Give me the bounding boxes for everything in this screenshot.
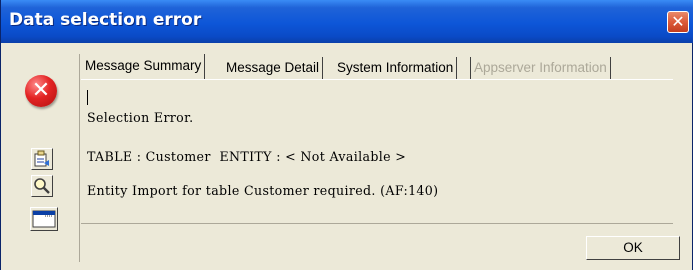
message-line: Entity Import for table Customer require… [87, 183, 439, 198]
magnifier-icon [34, 178, 50, 194]
tab-message-summary[interactable]: Message Summary [82, 54, 206, 79]
message-line: Selection Error. [87, 110, 194, 125]
message-line: TABLE : Customer ENTITY : < Not Availabl… [87, 149, 407, 164]
title-bar[interactable]: Data selection error ✕ [1, 0, 693, 43]
tab-message-detail[interactable]: Message Detail [223, 57, 324, 79]
tab-appserver-information: Appserver Information [470, 57, 611, 79]
dialog-window: Data selection error ✕ ✕ Message Summary [0, 0, 693, 270]
find-button[interactable] [31, 175, 53, 197]
copy-button[interactable] [31, 148, 53, 170]
details-button[interactable] [30, 207, 58, 231]
tab-system-information[interactable]: System Information [334, 57, 458, 79]
ok-button[interactable]: OK [586, 236, 680, 260]
close-icon: ✕ [671, 12, 685, 31]
text-caret [87, 90, 88, 105]
window-icon [32, 210, 56, 228]
error-icon: ✕ [25, 75, 57, 107]
window-title: Data selection error [9, 10, 202, 30]
copy-clipboard-icon [34, 150, 49, 167]
close-button[interactable]: ✕ [667, 11, 689, 33]
